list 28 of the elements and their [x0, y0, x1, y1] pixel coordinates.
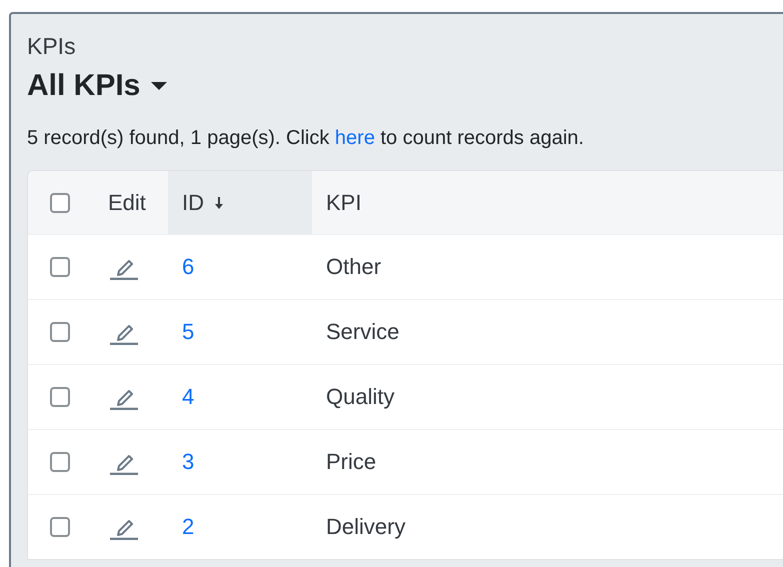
column-label: ID	[182, 190, 204, 216]
id-link[interactable]: 4	[182, 384, 194, 410]
kpi-name: Price	[326, 449, 376, 475]
column-label: Edit	[108, 190, 146, 216]
column-label: KPI	[326, 190, 362, 216]
records-summary: 5 record(s) found, 1 page(s). Click here to count records again.	[27, 126, 585, 151]
sort-down-icon	[214, 196, 224, 210]
id-link[interactable]: 3	[182, 449, 194, 475]
checkbox[interactable]	[50, 192, 70, 212]
count-link[interactable]: here	[334, 127, 375, 149]
id-link[interactable]: 2	[182, 514, 194, 540]
checkbox[interactable]	[50, 322, 70, 342]
kpi-name: Service	[326, 319, 400, 345]
kpi-name: Delivery	[326, 514, 406, 540]
page-title: KPIs	[27, 32, 77, 61]
view-selector[interactable]: All KPIs	[27, 66, 168, 106]
checkbox[interactable]	[50, 452, 70, 472]
id-link[interactable]: 6	[182, 254, 194, 280]
checkbox[interactable]	[50, 517, 70, 537]
checkbox[interactable]	[50, 387, 70, 407]
sorted-column-header[interactable]: ID	[168, 171, 312, 234]
id-link[interactable]: 5	[182, 319, 194, 345]
column-header[interactable]: KPI	[312, 171, 783, 234]
kpi-name: Quality	[326, 384, 394, 410]
checkbox[interactable]	[50, 257, 70, 277]
caret-icon	[150, 81, 168, 91]
kpi-name: Other	[326, 254, 382, 280]
column-header[interactable]: Edit	[96, 171, 168, 234]
